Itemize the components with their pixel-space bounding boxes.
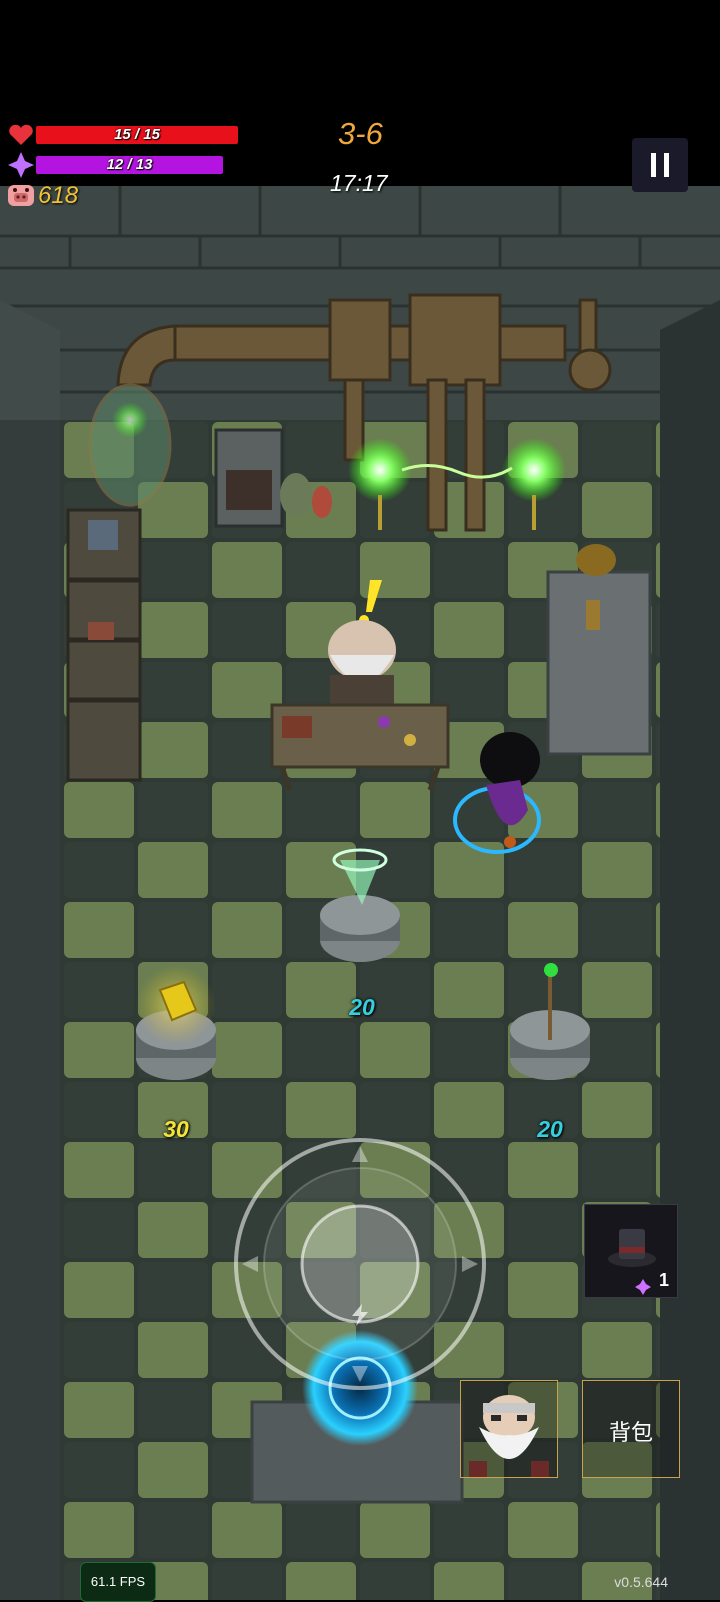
staff-price: 20 bbox=[537, 1116, 563, 1142]
tornado-price: 20 bbox=[349, 994, 375, 1020]
pause-icon bbox=[651, 153, 656, 177]
heart-icon bbox=[9, 124, 33, 145]
tome-price: 30 bbox=[163, 1116, 189, 1142]
quick-item-slot[interactable]: 1 bbox=[584, 1204, 678, 1298]
backpack-button[interactable]: 背包 bbox=[582, 1380, 680, 1478]
mana-bar: 12 / 13 bbox=[36, 156, 223, 174]
top-hat-icon bbox=[608, 1229, 656, 1267]
health-bar: 15 / 15 bbox=[36, 126, 238, 144]
health-text: 15 / 15 bbox=[114, 126, 160, 143]
game-timer: 17:17 bbox=[330, 170, 388, 196]
shop-item-tome[interactable] bbox=[126, 970, 226, 1080]
shop-item-staff[interactable] bbox=[500, 960, 600, 1080]
gold-count: 618 bbox=[38, 182, 79, 209]
quick-item-count: 1 bbox=[658, 1270, 669, 1290]
version-label: v0.5.644 bbox=[614, 1574, 668, 1590]
fps-counter: 61.1 FPS bbox=[80, 1562, 156, 1602]
shop-item-tornado[interactable] bbox=[310, 850, 410, 960]
npc-portrait-button[interactable] bbox=[460, 1380, 558, 1478]
gem-icon bbox=[635, 1279, 651, 1295]
virtual-joystick[interactable] bbox=[232, 1136, 488, 1392]
pig-coin-icon bbox=[8, 185, 34, 206]
mana-text: 12 / 13 bbox=[106, 156, 153, 173]
lightning-icon bbox=[352, 1304, 368, 1326]
old-wizard-portrait bbox=[469, 1395, 549, 1477]
pause-button[interactable] bbox=[632, 138, 688, 192]
mana-crystal-icon bbox=[8, 152, 34, 178]
level-indicator: 3-6 bbox=[338, 116, 383, 151]
backpack-label: 背包 bbox=[608, 1421, 653, 1446]
